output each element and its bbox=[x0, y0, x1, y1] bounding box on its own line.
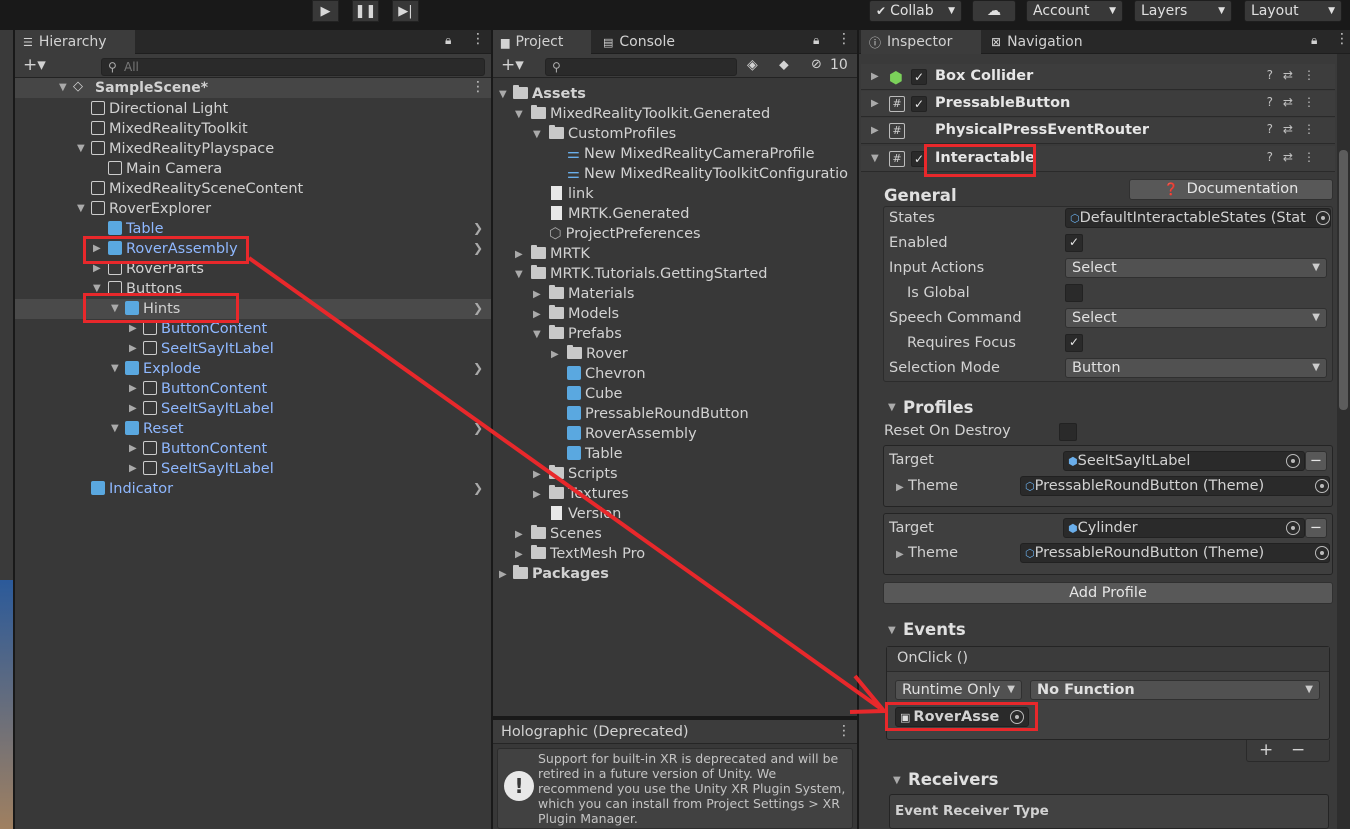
annotation-arrow-head bbox=[849, 674, 889, 714]
annotation-arrow-line bbox=[247, 256, 882, 710]
annotation-arrow bbox=[247, 256, 889, 714]
